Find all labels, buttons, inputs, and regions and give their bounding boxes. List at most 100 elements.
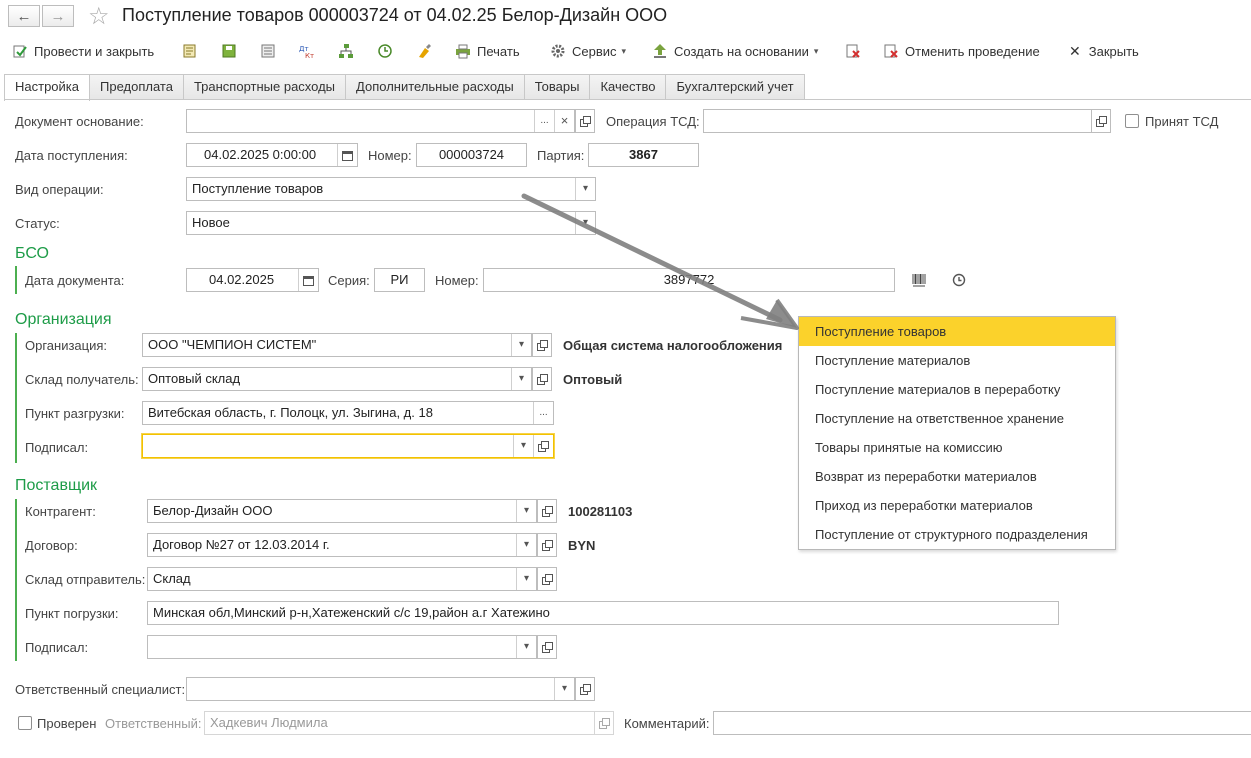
- star-icon[interactable]: ☆: [88, 2, 110, 31]
- chevron-down-icon[interactable]: ▾: [511, 334, 531, 356]
- forward-button[interactable]: →: [42, 5, 74, 27]
- barcode-icon[interactable]: [911, 272, 927, 288]
- calendar-icon[interactable]: [298, 269, 318, 291]
- load-point-field[interactable]: Минская обл,Минский р-н,Хатеженский с/с …: [147, 601, 1059, 625]
- select-button[interactable]: ...: [533, 402, 553, 424]
- contractor-select[interactable]: Белор-Дизайн ООО ▾: [147, 499, 537, 523]
- load-point-value: Минская обл,Минский р-н,Хатеженский с/с …: [153, 605, 550, 620]
- chevron-down-icon[interactable]: ▾: [516, 534, 536, 556]
- delete-mark-button[interactable]: [845, 40, 867, 62]
- comment-field[interactable]: [713, 711, 1251, 735]
- save-icon: [221, 43, 237, 59]
- open-icon[interactable]: [537, 533, 557, 557]
- dropdown-option-return-processing[interactable]: Возврат из переработки материалов: [799, 462, 1115, 491]
- bso-series-label: Серия:: [328, 273, 370, 288]
- status-value: Новое: [192, 215, 230, 230]
- op-type-select[interactable]: Поступление товаров ▾: [186, 177, 596, 201]
- close-button[interactable]: ✕ Закрыть: [1069, 40, 1139, 62]
- history-icon: [377, 43, 393, 59]
- dropdown-option-safekeeping[interactable]: Поступление на ответственное хранение: [799, 404, 1115, 433]
- dt-kt-button[interactable]: Дт Кт: [299, 40, 321, 62]
- history-icon[interactable]: [951, 272, 967, 288]
- create-based-button[interactable]: Создать на основании ▾: [652, 40, 818, 62]
- close-icon: ✕: [1069, 42, 1081, 59]
- open-icon[interactable]: [575, 109, 595, 133]
- dropdown-option-materials-processing[interactable]: Поступление материалов в переработку: [799, 375, 1115, 404]
- back-button[interactable]: ←: [8, 5, 40, 27]
- receipt-date-field[interactable]: 04.02.2025 0:00:00: [186, 143, 358, 167]
- contract-select[interactable]: Договор №27 от 12.03.2014 г. ▾: [147, 533, 537, 557]
- registers-button[interactable]: [260, 40, 282, 62]
- cancel-post-button[interactable]: Отменить проведение: [883, 40, 1040, 62]
- open-icon[interactable]: [532, 333, 552, 357]
- tab-transport-costs[interactable]: Транспортные расходы: [182, 74, 347, 100]
- post-and-close-button[interactable]: Провести и закрыть: [12, 40, 154, 62]
- delete-mark-icon: [845, 43, 861, 59]
- open-icon[interactable]: [575, 677, 595, 701]
- clear-button[interactable]: [416, 40, 438, 62]
- signed-label: Подписал:: [25, 440, 89, 455]
- service-button[interactable]: Сервис ▾: [550, 40, 626, 62]
- tab-accounting[interactable]: Бухгалтерский учет: [665, 74, 805, 100]
- tab-additional-costs[interactable]: Дополнительные расходы: [345, 74, 525, 100]
- bso-number-field[interactable]: 3897772: [483, 268, 895, 292]
- checked-checkbox[interactable]: [18, 716, 32, 730]
- org-select[interactable]: ООО "ЧЕМПИОН СИСТЕМ" ▾: [142, 333, 532, 357]
- responsible-value: Хадкевич Людмила: [210, 715, 328, 730]
- open-icon[interactable]: [532, 367, 552, 391]
- chevron-down-icon[interactable]: ▾: [575, 212, 595, 234]
- specialist-select[interactable]: ▾: [186, 677, 575, 701]
- responsible-field: Хадкевич Людмила: [204, 711, 595, 735]
- bso-doc-date-field[interactable]: 04.02.2025: [186, 268, 319, 292]
- structure-button[interactable]: [338, 40, 360, 62]
- open-icon[interactable]: [537, 499, 557, 523]
- chevron-down-icon[interactable]: ▾: [516, 500, 536, 522]
- save-button[interactable]: [221, 40, 243, 62]
- op-type-dropdown-list: Поступление товаров Поступление материал…: [798, 316, 1116, 550]
- bso-series-field[interactable]: РИ: [374, 268, 425, 292]
- open-icon: [594, 711, 614, 735]
- batch-field[interactable]: 3867: [588, 143, 699, 167]
- doc-basis-field[interactable]: ... ×: [186, 109, 575, 133]
- close-label: Закрыть: [1088, 43, 1139, 59]
- clear-icon[interactable]: ×: [554, 110, 574, 132]
- supplier-signed-select[interactable]: ▾: [147, 635, 537, 659]
- warehouse-recv-label: Склад получатель:: [25, 372, 139, 387]
- status-select[interactable]: Новое ▾: [186, 211, 596, 235]
- dropdown-option-income-processing[interactable]: Приход из переработки материалов: [799, 491, 1115, 520]
- chevron-down-icon[interactable]: ▾: [516, 636, 536, 658]
- tab-quality[interactable]: Качество: [589, 74, 667, 100]
- select-button[interactable]: ...: [534, 110, 554, 132]
- dropdown-option-commission[interactable]: Товары принятые на комиссию: [799, 433, 1115, 462]
- open-icon[interactable]: [537, 567, 557, 591]
- print-button[interactable]: Печать: [455, 40, 520, 62]
- chevron-down-icon[interactable]: ▾: [511, 368, 531, 390]
- chevron-down-icon[interactable]: ▾: [516, 568, 536, 590]
- chevron-down-icon[interactable]: ▾: [513, 435, 533, 457]
- dropdown-option-materials-receipt[interactable]: Поступление материалов: [799, 346, 1115, 375]
- section-bar: [15, 499, 17, 661]
- dropdown-option-goods-receipt[interactable]: Поступление товаров: [799, 317, 1115, 346]
- signed-select[interactable]: ▾: [142, 434, 554, 458]
- open-icon[interactable]: [1091, 109, 1111, 133]
- warehouse-type-text: Оптовый: [563, 372, 623, 387]
- warehouse-recv-select[interactable]: Оптовый склад ▾: [142, 367, 532, 391]
- tab-settings[interactable]: Настройка: [4, 74, 90, 101]
- unload-point-field[interactable]: Витебская область, г. Полоцк, ул. Зыгина…: [142, 401, 554, 425]
- chevron-down-icon[interactable]: ▾: [575, 178, 595, 200]
- create-based-icon: [652, 43, 668, 59]
- number-field[interactable]: 000003724: [416, 143, 527, 167]
- tsd-accepted-checkbox[interactable]: [1125, 114, 1139, 128]
- chevron-down-icon[interactable]: ▾: [554, 678, 574, 700]
- history-button[interactable]: [377, 40, 399, 62]
- warehouse-send-select[interactable]: Склад ▾: [147, 567, 537, 591]
- tsd-op-field[interactable]: [703, 109, 1092, 133]
- dropdown-option-structural-unit[interactable]: Поступление от структурного подразделени…: [799, 520, 1115, 549]
- journal-button[interactable]: [182, 40, 204, 62]
- open-icon[interactable]: [537, 635, 557, 659]
- tab-goods[interactable]: Товары: [523, 74, 591, 100]
- tab-prepayment[interactable]: Предоплата: [89, 74, 184, 100]
- calendar-icon[interactable]: [337, 144, 357, 166]
- open-icon[interactable]: [533, 435, 553, 457]
- number-value: 000003724: [438, 147, 505, 162]
